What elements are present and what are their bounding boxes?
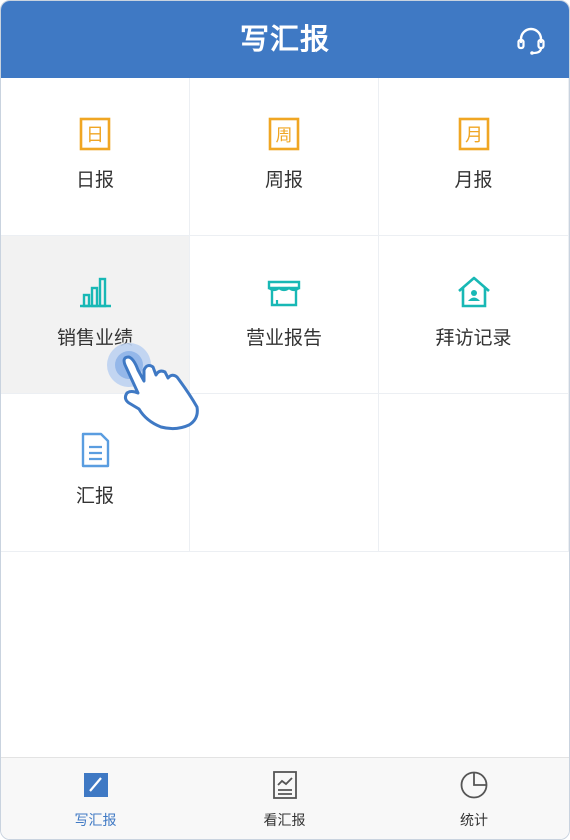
- headset-icon[interactable]: [515, 25, 547, 57]
- visit-record-label: 拜访记录: [435, 327, 512, 349]
- store-icon: [267, 280, 301, 307]
- app-frame: 写汇报 日 日报 周 周报 月 月报 销售业绩 营业报告 拜访记录 汇报 写汇报…: [0, 0, 570, 840]
- business-report-option[interactable]: 营业报告: [190, 236, 379, 394]
- bar-chart-icon: [80, 277, 111, 308]
- home-person-icon: [457, 276, 490, 308]
- tab-write-report-label: 写汇报: [74, 813, 117, 829]
- report-chart-icon: [272, 771, 297, 799]
- weekly-report-option[interactable]: 周 周报: [190, 78, 379, 236]
- document-icon: [81, 432, 110, 468]
- top-bar: 写汇报: [1, 1, 569, 78]
- calendar-month-icon: 月: [458, 117, 489, 151]
- tab-view-report[interactable]: 看汇报: [190, 758, 379, 839]
- edit-square-icon: [83, 773, 108, 797]
- svg-text:日: 日: [86, 125, 104, 146]
- general-report-option[interactable]: 汇报: [1, 394, 190, 552]
- tab-statistics-label: 统计: [460, 813, 488, 829]
- monthly-report-label: 月报: [454, 169, 493, 191]
- monthly-report-option[interactable]: 月 月报: [379, 78, 569, 236]
- business-report-label: 营业报告: [245, 327, 322, 349]
- empty-cell: [190, 394, 379, 552]
- svg-text:周: 周: [276, 126, 293, 146]
- visit-record-option[interactable]: 拜访记录: [379, 236, 569, 394]
- sales-performance-option[interactable]: 销售业绩: [1, 236, 190, 394]
- bottom-tab-bar: 写汇报 看汇报 统计: [1, 757, 569, 839]
- svg-text:月: 月: [465, 125, 483, 146]
- tab-statistics[interactable]: 统计: [379, 758, 569, 839]
- page-title: 写汇报: [239, 22, 330, 56]
- calendar-day-icon: 日: [79, 117, 111, 151]
- sales-performance-label: 销售业绩: [56, 327, 133, 349]
- weekly-report-label: 周报: [264, 169, 303, 191]
- general-report-label: 汇报: [75, 485, 114, 507]
- tab-write-report[interactable]: 写汇报: [1, 758, 190, 839]
- calendar-week-icon: 周: [268, 117, 300, 151]
- tab-view-report-label: 看汇报: [263, 813, 306, 829]
- daily-report-option[interactable]: 日 日报: [1, 78, 190, 236]
- daily-report-label: 日报: [75, 169, 114, 191]
- pie-chart-icon: [460, 771, 488, 799]
- empty-cell: [379, 394, 569, 552]
